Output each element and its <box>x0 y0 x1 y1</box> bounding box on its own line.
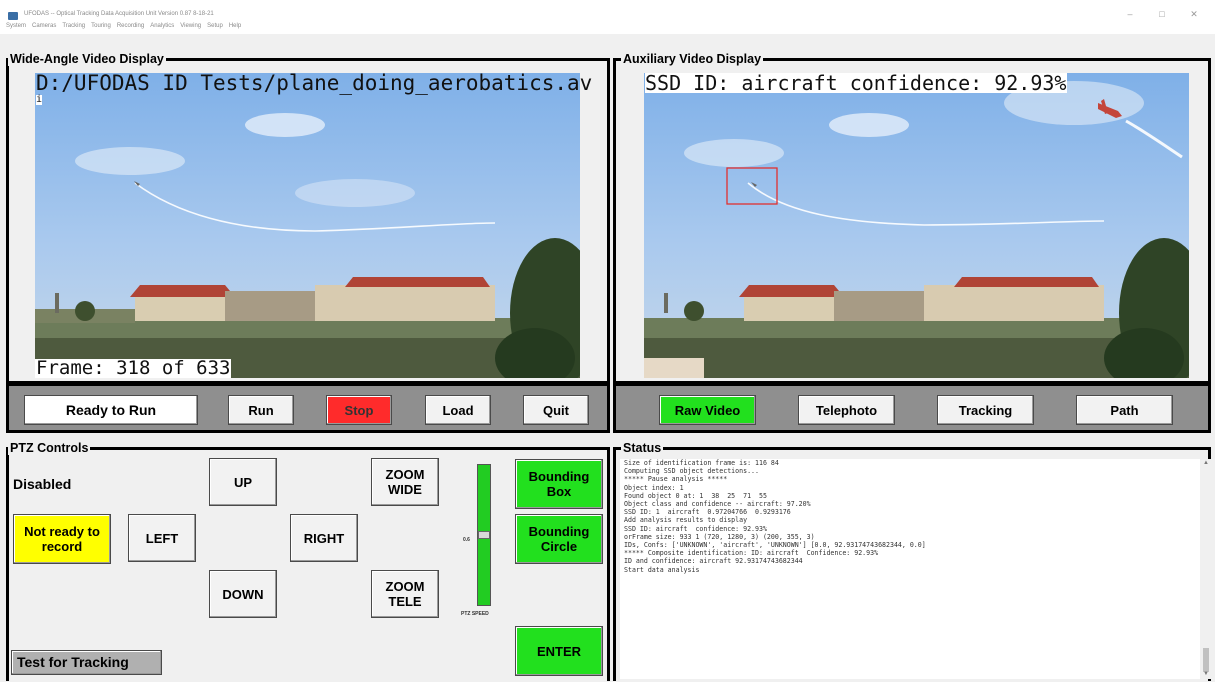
menu-system[interactable]: System <box>6 23 26 35</box>
raw-video-button[interactable]: Raw Video <box>659 395 756 425</box>
menu-viewing[interactable]: Viewing <box>180 23 201 35</box>
status-line: ***** Pause analysis ***** <box>624 475 728 484</box>
menu-help[interactable]: Help <box>229 23 241 35</box>
app-icon <box>8 12 18 20</box>
status-line: ID and confidence: aircraft 92.931747436… <box>624 557 803 566</box>
status-line: Computing SSD object detections... <box>624 467 759 476</box>
title-bar: UFODAS -- Optical Tracking Data Acquisit… <box>0 0 1215 34</box>
zoom-tele-button[interactable]: ZOOM TELE <box>371 570 439 618</box>
status-label: Status <box>621 441 664 455</box>
status-line: SSD ID: aircraft confidence: 92.93% <box>624 524 767 533</box>
menu-setup[interactable]: Setup <box>207 23 223 35</box>
status-line: ***** Composite identification: ID: airc… <box>624 549 879 558</box>
ptz-status: Disabled <box>13 476 72 492</box>
path-button[interactable]: Path <box>1076 395 1173 425</box>
telephoto-button[interactable]: Telephoto <box>798 395 895 425</box>
tracking-button[interactable]: Tracking <box>937 395 1034 425</box>
bounding-circle-button[interactable]: Bounding Circle <box>515 514 603 564</box>
menu-touring[interactable]: Touring <box>91 23 111 35</box>
stop-button[interactable]: Stop <box>326 395 392 425</box>
zoom-wide-button[interactable]: ZOOM WIDE <box>371 458 439 506</box>
ptz-speed-value: 0.6 <box>463 537 470 543</box>
bounding-box-button[interactable]: Bounding Box <box>515 459 603 509</box>
status-line: Size of identification frame is: 116 84 <box>624 459 779 467</box>
menu-analytics[interactable]: Analytics <box>150 23 174 35</box>
status-line: Add analysis results to display <box>624 516 748 525</box>
minimize-button[interactable]: – <box>1117 9 1143 19</box>
status-line: IDs, Confs: ['UNKNOWN', 'aircraft', 'UNK… <box>624 541 926 550</box>
ptz-speed-label: PTZ SPEED <box>461 611 489 617</box>
status-scrollbar[interactable]: ▲ ▼ <box>1201 459 1211 679</box>
ptz-down-button[interactable]: DOWN <box>209 570 277 618</box>
quit-button[interactable]: Quit <box>523 395 589 425</box>
load-button[interactable]: Load <box>425 395 491 425</box>
run-button[interactable]: Run <box>228 395 294 425</box>
video-cursor: i <box>36 94 43 105</box>
ptz-label: PTZ Controls <box>8 441 91 455</box>
status-line: SSD ID: 1 aircraft 0.97204766 0.9293176 <box>624 508 791 517</box>
not-ready-to-record-status: Not ready to record <box>13 514 111 564</box>
enter-button[interactable]: ENTER <box>515 626 603 676</box>
close-button[interactable]: ✕ <box>1181 9 1207 20</box>
frame-counter: Frame: 318 of 633 <box>35 357 232 379</box>
ptz-right-button[interactable]: RIGHT <box>290 514 358 562</box>
status-line: Object class and confidence -- aircraft:… <box>624 500 811 509</box>
wide-angle-label: Wide-Angle Video Display <box>8 52 166 66</box>
menu-cameras[interactable]: Cameras <box>32 23 56 35</box>
status-line: Start data analysis <box>624 565 700 574</box>
scroll-up-icon[interactable]: ▲ <box>1203 460 1209 466</box>
status-log[interactable]: Size of identification frame is: 116 84 … <box>620 459 1200 679</box>
window-title: UFODAS -- Optical Tracking Data Acquisit… <box>24 11 214 17</box>
wide-angle-video <box>35 73 580 378</box>
status-line: orFrame size: 933 1 (720, 1280, 3) (200,… <box>624 532 815 541</box>
ready-to-run-status: Ready to Run <box>24 395 198 425</box>
scroll-thumb[interactable] <box>1203 648 1209 672</box>
menu-tracking[interactable]: Tracking <box>62 23 85 35</box>
ptz-left-button[interactable]: LEFT <box>128 514 196 562</box>
auxiliary-video <box>644 73 1189 378</box>
auxiliary-label: Auxiliary Video Display <box>621 52 764 66</box>
ssd-id-overlay: SSD ID: aircraft confidence: 92.93% <box>645 71 1068 95</box>
ptz-speed-slider-handle[interactable] <box>478 531 490 539</box>
test-for-tracking-button[interactable]: Test for Tracking <box>11 650 162 675</box>
menu-recording[interactable]: Recording <box>117 23 144 35</box>
menu-bar: System Cameras Tracking Touring Recordin… <box>6 23 241 35</box>
status-line: Object index: 1 <box>624 483 684 492</box>
scroll-down-icon[interactable]: ▼ <box>1203 671 1209 677</box>
maximize-button[interactable]: □ <box>1149 9 1175 19</box>
video-filename: D:/UFODAS ID Tests/plane_doing_aerobatic… <box>36 71 593 95</box>
ptz-up-button[interactable]: UP <box>209 458 277 506</box>
status-line: Found object 0 at: 1 38 25 71 55 <box>624 491 767 500</box>
